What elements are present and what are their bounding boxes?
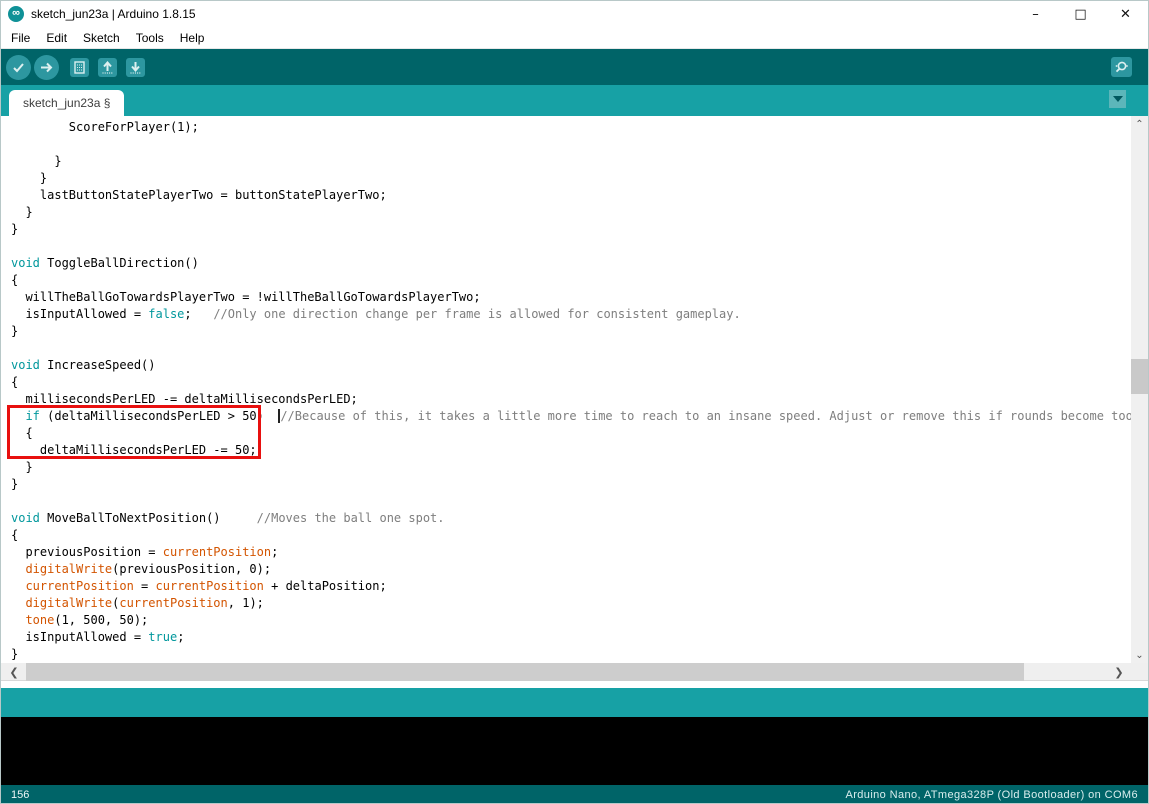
scroll-right-arrow[interactable]: ❯ <box>1110 663 1128 681</box>
code-line: } <box>11 646 1133 663</box>
code-line: isInputAllowed = true; <box>11 629 1133 646</box>
code-line: { <box>11 527 1133 544</box>
current-line-number: 156 <box>11 789 29 801</box>
code-line <box>11 340 1133 357</box>
scroll-up-arrow[interactable]: ⌃ <box>1131 116 1148 132</box>
title-bar: ∞ sketch_jun23a | Arduino 1.8.15 – □ ✕ <box>1 1 1148 27</box>
code-line: } <box>11 170 1133 187</box>
code-area[interactable]: ScoreForPlayer(1); } } lastButtonStatePl… <box>1 116 1133 663</box>
arrow-up-icon <box>101 61 114 74</box>
code-line: } <box>11 221 1133 238</box>
code-line: digitalWrite(currentPosition, 1); <box>11 595 1133 612</box>
chevron-down-icon <box>1113 96 1123 102</box>
code-line: { <box>11 272 1133 289</box>
scroll-left-arrow[interactable]: ❮ <box>5 663 23 681</box>
code-line: lastButtonStatePlayerTwo = buttonStatePl… <box>11 187 1133 204</box>
code-line: ScoreForPlayer(1); <box>11 119 1133 136</box>
tab-bar: sketch_jun23a § <box>1 85 1148 116</box>
code-line: tone(1, 500, 50); <box>11 612 1133 629</box>
arrow-down-icon <box>129 61 142 74</box>
window-controls: – □ ✕ <box>1013 1 1148 27</box>
menu-item-file[interactable]: File <box>3 28 38 48</box>
code-line: digitalWrite(previousPosition, 0); <box>11 561 1133 578</box>
vertical-scrollbar-thumb[interactable] <box>1131 359 1148 394</box>
code-line: } <box>11 459 1133 476</box>
scroll-down-arrow[interactable]: ⌄ <box>1131 647 1148 663</box>
code-line: { <box>11 425 1133 442</box>
arduino-logo-icon: ∞ <box>8 6 24 22</box>
code-line: void MoveBallToNextPosition() //Moves th… <box>11 510 1133 527</box>
maximize-button[interactable]: □ <box>1058 1 1103 27</box>
code-line <box>11 238 1133 255</box>
editor-console-gap <box>1 681 1148 688</box>
code-line: previousPosition = currentPosition; <box>11 544 1133 561</box>
open-sketch-button[interactable] <box>98 58 117 77</box>
code-line <box>11 136 1133 153</box>
window-title: sketch_jun23a | Arduino 1.8.15 <box>31 7 196 21</box>
serial-monitor-button[interactable] <box>1111 57 1132 77</box>
horizontal-scrollbar-thumb[interactable] <box>26 663 1024 681</box>
document-icon <box>73 61 86 74</box>
menu-item-edit[interactable]: Edit <box>38 28 75 48</box>
menu-item-tools[interactable]: Tools <box>128 28 172 48</box>
arrow-right-icon <box>39 60 54 75</box>
new-sketch-button[interactable] <box>70 58 89 77</box>
code-line: } <box>11 476 1133 493</box>
code-line <box>11 493 1133 510</box>
status-bar: 156 Arduino Nano, ATmega328P (Old Bootlo… <box>1 785 1148 804</box>
code-line: void IncreaseSpeed() <box>11 357 1133 374</box>
code-line: millisecondsPerLED -= deltaMillisecondsP… <box>11 391 1133 408</box>
code-line: { <box>11 374 1133 391</box>
checkmark-icon <box>11 60 26 75</box>
board-port-info: Arduino Nano, ATmega328P (Old Bootloader… <box>845 789 1138 801</box>
menu-item-help[interactable]: Help <box>172 28 213 48</box>
menu-item-sketch[interactable]: Sketch <box>75 28 128 48</box>
menu-bar: FileEditSketchToolsHelp <box>1 27 1148 49</box>
horizontal-scrollbar[interactable]: ❮ ❯ <box>1 663 1148 681</box>
code-editor[interactable]: ScoreForPlayer(1); } } lastButtonStatePl… <box>1 116 1148 663</box>
code-line: willTheBallGoTowardsPlayerTwo = !willThe… <box>11 289 1133 306</box>
minimize-button[interactable]: – <box>1013 1 1058 27</box>
verify-button[interactable] <box>6 55 31 80</box>
code-line: currentPosition = currentPosition + delt… <box>11 578 1133 595</box>
code-line: isInputAllowed = false; //Only one direc… <box>11 306 1133 323</box>
console-output <box>1 717 1148 785</box>
close-button[interactable]: ✕ <box>1103 1 1148 27</box>
toolbar <box>1 49 1148 85</box>
code-line: if (deltaMillisecondsPerLED > 50) //Beca… <box>11 408 1133 425</box>
save-sketch-button[interactable] <box>126 58 145 77</box>
code-line: void ToggleBallDirection() <box>11 255 1133 272</box>
tab-sketch-jun23a[interactable]: sketch_jun23a § <box>9 90 124 116</box>
arduino-ide-window: ∞ sketch_jun23a | Arduino 1.8.15 – □ ✕ F… <box>0 0 1149 804</box>
code-line: } <box>11 153 1133 170</box>
code-line: deltaMillisecondsPerLED -= 50; <box>11 442 1133 459</box>
code-line: } <box>11 204 1133 221</box>
code-line: } <box>11 323 1133 340</box>
status-message-strip <box>1 688 1148 717</box>
tab-list-dropdown-button[interactable] <box>1109 90 1126 108</box>
magnifier-icon <box>1114 60 1129 75</box>
upload-button[interactable] <box>34 55 59 80</box>
vertical-scrollbar[interactable]: ⌃ ⌄ <box>1131 116 1148 663</box>
